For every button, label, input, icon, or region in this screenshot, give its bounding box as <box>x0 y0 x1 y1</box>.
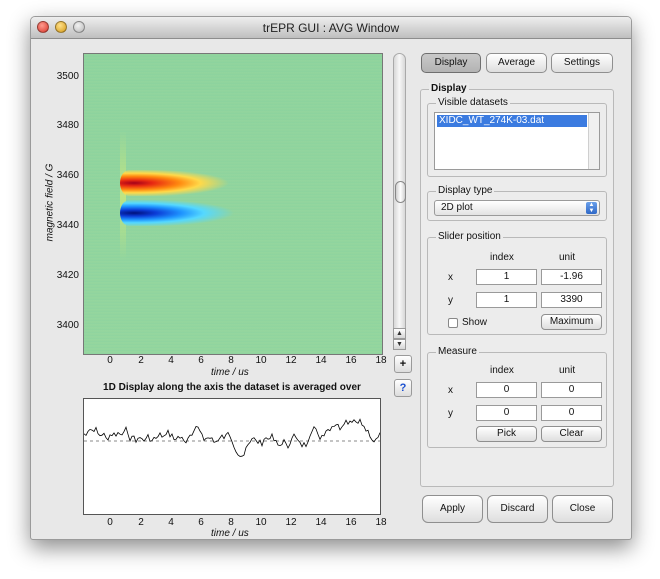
display-type-select[interactable]: 2D plot ▲ ▼ <box>434 200 600 216</box>
ytick-label: 3440 <box>56 220 79 231</box>
measure-y-unit-field[interactable]: 0 <box>541 405 602 421</box>
emission-signal <box>120 170 290 196</box>
visible-datasets-title: Visible datasets <box>436 97 510 108</box>
ytick-label: 3500 <box>56 71 79 82</box>
avg-window: trEPR GUI : AVG Window magnetic field / … <box>30 16 632 540</box>
apply-button[interactable]: Apply <box>422 495 483 523</box>
xtick-label: 16 <box>345 355 357 366</box>
maximum-button[interactable]: Maximum <box>541 314 602 330</box>
xtick-label: 18 <box>375 355 387 366</box>
col-unit-label: unit <box>559 252 576 263</box>
window-title: trEPR GUI : AVG Window <box>262 21 400 35</box>
main-plot-ylabel: magnetic field / G <box>44 163 56 242</box>
trace-svg <box>84 418 380 457</box>
xtick-label: 0 <box>107 355 113 366</box>
help-button[interactable]: ? <box>394 379 412 397</box>
plot1d-xtick-label: 18 <box>375 517 387 528</box>
xtick-label: 14 <box>315 355 327 366</box>
xtick-label: 4 <box>168 355 174 366</box>
main-plot-xlabel: time / us <box>211 367 249 378</box>
measure-col-index-label: index <box>490 365 514 376</box>
col-index-label: index <box>490 252 514 263</box>
xtick-label: 6 <box>198 355 204 366</box>
show-checkbox[interactable] <box>448 318 458 328</box>
slider-x-unit-field[interactable]: -1.96 <box>541 269 602 285</box>
ytick-label: 3460 <box>56 170 79 181</box>
slider-down-arrow[interactable]: ▼ <box>393 339 406 350</box>
slider-x-index-field[interactable]: 1 <box>476 269 537 285</box>
plot1d-xtick-label: 4 <box>168 517 174 528</box>
slider-up-arrow[interactable]: ▲ <box>393 328 406 339</box>
measure-group: Measure index unit x 0 0 y 0 0 Pick Clea… <box>427 346 607 448</box>
xtick-label: 12 <box>285 355 297 366</box>
plot1d-xtick-label: 16 <box>345 517 357 528</box>
ytick-label: 3480 <box>56 120 79 131</box>
tab-display[interactable]: Display <box>421 53 481 73</box>
main-2d-plot[interactable] <box>83 53 383 355</box>
absorption-signal <box>120 200 300 226</box>
measure-row-x-label: x <box>448 385 453 396</box>
add-button[interactable]: + <box>394 355 412 373</box>
chevron-updown-icon: ▲ ▼ <box>586 202 597 214</box>
plot1d-xtick-label: 10 <box>255 517 267 528</box>
tab-settings[interactable]: Settings <box>551 53 613 73</box>
xtick-label: 8 <box>228 355 234 366</box>
measure-x-index-field[interactable]: 0 <box>476 382 537 398</box>
field-slider-thumb[interactable] <box>395 181 406 203</box>
close-button[interactable]: Close <box>552 495 613 523</box>
show-label: Show <box>462 317 488 328</box>
slider-position-group: Slider position index unit x 1 -1.96 y 1… <box>427 231 607 335</box>
xtick-label: 2 <box>138 355 144 366</box>
plot-1d[interactable] <box>83 398 381 515</box>
plot1d-xtick-label: 6 <box>198 517 204 528</box>
clear-button[interactable]: Clear <box>541 426 602 442</box>
plot1d-caption: 1D Display along the axis the dataset is… <box>103 382 361 393</box>
discard-button[interactable]: Discard <box>487 495 548 523</box>
slider-position-title: Slider position <box>436 231 503 242</box>
datasets-list[interactable]: XIDC_WT_274K-03.dat <box>434 112 600 170</box>
pick-button[interactable]: Pick <box>476 426 537 442</box>
dataset-list-item[interactable]: XIDC_WT_274K-03.dat <box>437 115 587 127</box>
ytick-label: 3400 <box>56 320 79 331</box>
row-y-label: y <box>448 295 453 306</box>
plot1d-xtick-label: 2 <box>138 517 144 528</box>
display-type-title: Display type <box>436 185 495 196</box>
trace-line <box>84 418 380 457</box>
measure-col-unit-label: unit <box>559 365 576 376</box>
plot1d-xtick-label: 0 <box>107 517 113 528</box>
plot1d-xtick-label: 14 <box>315 517 327 528</box>
row-x-label: x <box>448 272 453 283</box>
measure-y-index-field[interactable]: 0 <box>476 405 537 421</box>
measure-row-y-label: y <box>448 408 453 419</box>
slider-y-unit-field[interactable]: 3390 <box>541 292 602 308</box>
slider-y-index-field[interactable]: 1 <box>476 292 537 308</box>
display-panel: Display Visible datasets XIDC_WT_274K-03… <box>420 83 614 487</box>
measure-title: Measure <box>436 346 479 357</box>
display-type-group: Display type 2D plot ▲ ▼ <box>427 185 607 221</box>
ytick-label: 3420 <box>56 270 79 281</box>
plot1d-xtick-label: 12 <box>285 517 297 528</box>
visible-datasets-group: Visible datasets XIDC_WT_274K-03.dat <box>427 97 607 177</box>
tab-average[interactable]: Average <box>486 53 547 73</box>
plot1d-xtick-label: 8 <box>228 517 234 528</box>
display-panel-title: Display <box>429 83 469 94</box>
titlebar: trEPR GUI : AVG Window <box>31 17 631 39</box>
datasets-list-scrollbar[interactable] <box>588 113 599 169</box>
xtick-label: 10 <box>255 355 267 366</box>
display-type-value: 2D plot <box>441 202 473 213</box>
plot1d-xlabel: time / us <box>211 528 249 539</box>
measure-x-unit-field[interactable]: 0 <box>541 382 602 398</box>
